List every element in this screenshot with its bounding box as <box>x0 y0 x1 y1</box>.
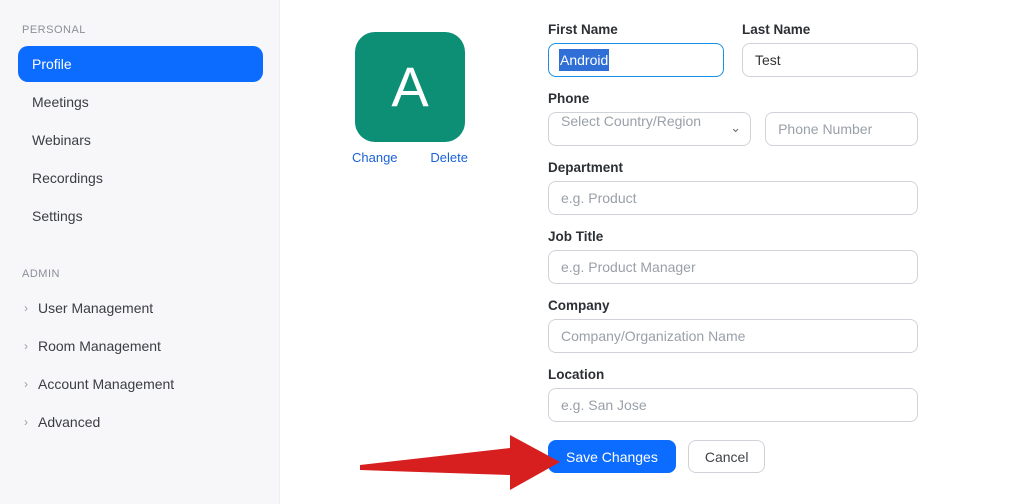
department-label: Department <box>548 160 918 175</box>
sidebar-item-recordings[interactable]: Recordings <box>18 160 263 196</box>
location-label: Location <box>548 367 918 382</box>
job-title-field[interactable] <box>548 250 918 284</box>
sidebar-item-label: Room Management <box>38 338 161 354</box>
sidebar-item-advanced[interactable]: › Advanced <box>18 404 263 440</box>
sidebar-item-user-management[interactable]: › User Management <box>18 290 263 326</box>
annotation-arrow-icon <box>360 420 560 490</box>
phone-country-select[interactable]: Select Country/Region <box>548 112 751 146</box>
last-name-label: Last Name <box>742 22 918 37</box>
sidebar-item-label: Recordings <box>32 170 103 186</box>
sidebar-item-label: User Management <box>38 300 153 316</box>
chevron-right-icon: › <box>24 301 38 315</box>
job-title-label: Job Title <box>548 229 918 244</box>
sidebar-item-room-management[interactable]: › Room Management <box>18 328 263 364</box>
avatar[interactable]: A <box>355 32 465 142</box>
last-name-field[interactable] <box>742 43 918 77</box>
sidebar-item-label: Account Management <box>38 376 174 392</box>
company-label: Company <box>548 298 918 313</box>
avatar-change-link[interactable]: Change <box>352 150 398 165</box>
sidebar-item-account-management[interactable]: › Account Management <box>18 366 263 402</box>
sidebar-section-personal: PERSONAL <box>22 24 263 36</box>
sidebar-item-label: Meetings <box>32 94 89 110</box>
sidebar-item-label: Settings <box>32 208 83 224</box>
phone-country-placeholder: Select Country/Region <box>561 113 701 129</box>
sidebar-item-label: Advanced <box>38 414 100 430</box>
chevron-right-icon: › <box>24 415 38 429</box>
sidebar-item-label: Profile <box>32 56 72 72</box>
location-field[interactable] <box>548 388 918 422</box>
sidebar-item-webinars[interactable]: Webinars <box>18 122 263 158</box>
first-name-value: Android <box>559 49 609 71</box>
phone-number-field[interactable] <box>765 112 918 146</box>
sidebar-item-meetings[interactable]: Meetings <box>18 84 263 120</box>
company-field[interactable] <box>548 319 918 353</box>
avatar-block: A Change Delete <box>350 32 470 165</box>
first-name-label: First Name <box>548 22 724 37</box>
chevron-right-icon: › <box>24 339 38 353</box>
phone-label: Phone <box>548 91 918 106</box>
sidebar: PERSONAL Profile Meetings Webinars Recor… <box>0 0 280 504</box>
save-button[interactable]: Save Changes <box>548 440 676 473</box>
chevron-right-icon: › <box>24 377 38 391</box>
avatar-delete-link[interactable]: Delete <box>430 150 468 165</box>
first-name-field[interactable]: Android <box>548 43 724 77</box>
profile-form: First Name Android Last Name Phone Selec… <box>548 22 918 473</box>
sidebar-section-admin: ADMIN <box>22 268 263 280</box>
department-field[interactable] <box>548 181 918 215</box>
sidebar-item-settings[interactable]: Settings <box>18 198 263 234</box>
sidebar-item-label: Webinars <box>32 132 91 148</box>
sidebar-item-profile[interactable]: Profile <box>18 46 263 82</box>
cancel-button[interactable]: Cancel <box>688 440 766 473</box>
